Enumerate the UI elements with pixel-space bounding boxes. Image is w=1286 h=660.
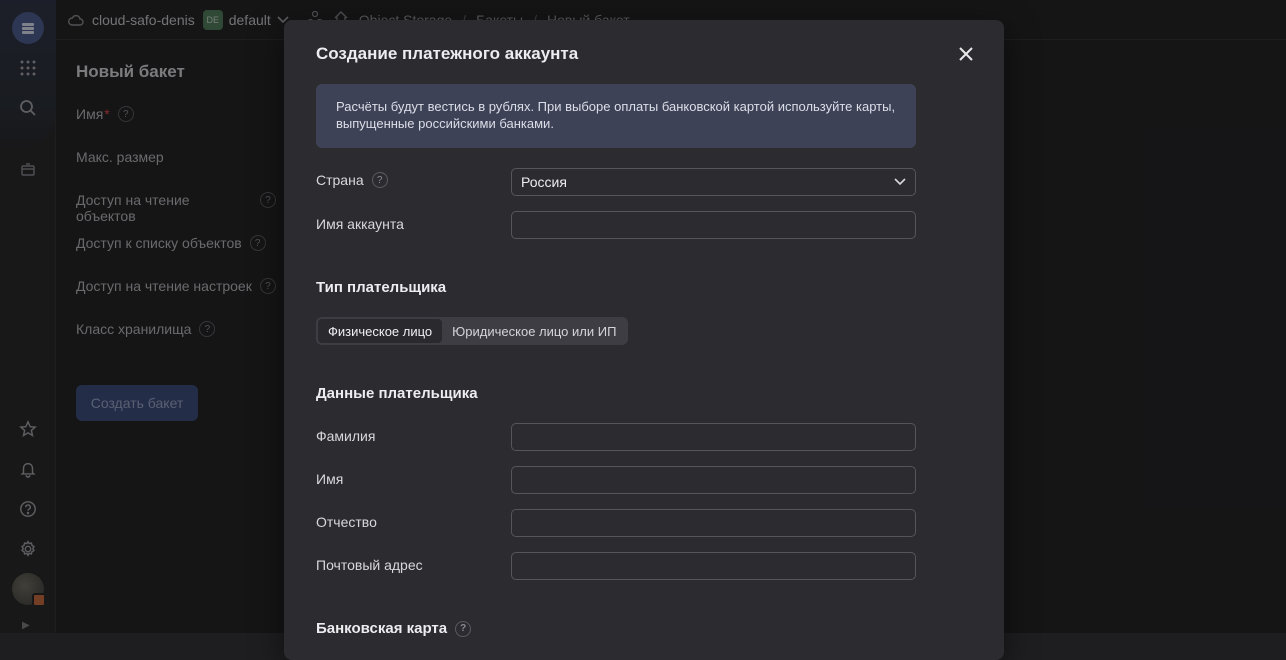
country-select[interactable]: Россия [511,168,916,196]
account-name-label: Имя аккаунта [316,216,404,232]
dialog-title: Создание платежного аккаунта [316,44,579,63]
currency-info-banner: Расчёты будут вестись в рублях. При выбо… [316,84,916,148]
last-name-label: Фамилия [316,428,376,444]
first-name-label: Имя [316,471,344,487]
postal-address-label: Почтовый адрес [316,557,423,573]
middle-name-label: Отчество [316,514,377,530]
payer-type-individual[interactable]: Физическое лицо [318,319,443,343]
close-icon[interactable] [954,42,978,66]
country-label: Страна? [316,172,388,188]
first-name-input[interactable] [511,466,916,494]
payer-type-company[interactable]: Юридическое лицо или ИП [442,319,626,343]
bank-card-heading-text: Банковская карта [316,620,448,637]
bank-card-heading: Банковская карта? [316,620,472,637]
country-select-value: Россия [521,174,567,190]
middle-name-input[interactable] [511,509,916,537]
help-icon[interactable]: ? [371,172,388,188]
country-label-text: Страна [316,172,364,188]
payer-data-heading: Данные плательщика [316,385,478,402]
payer-type-heading: Тип плательщика [316,279,447,296]
postal-address-input[interactable] [511,552,916,580]
chevron-down-icon [894,178,906,186]
last-name-input[interactable] [511,423,916,451]
payer-type-switch: Физическое лицо Юридическое лицо или ИП [316,317,629,345]
billing-account-dialog: Создание платежного аккаунта Расчёты буд… [284,20,1004,660]
help-icon[interactable]: ? [455,620,472,637]
account-name-input[interactable] [511,211,916,239]
